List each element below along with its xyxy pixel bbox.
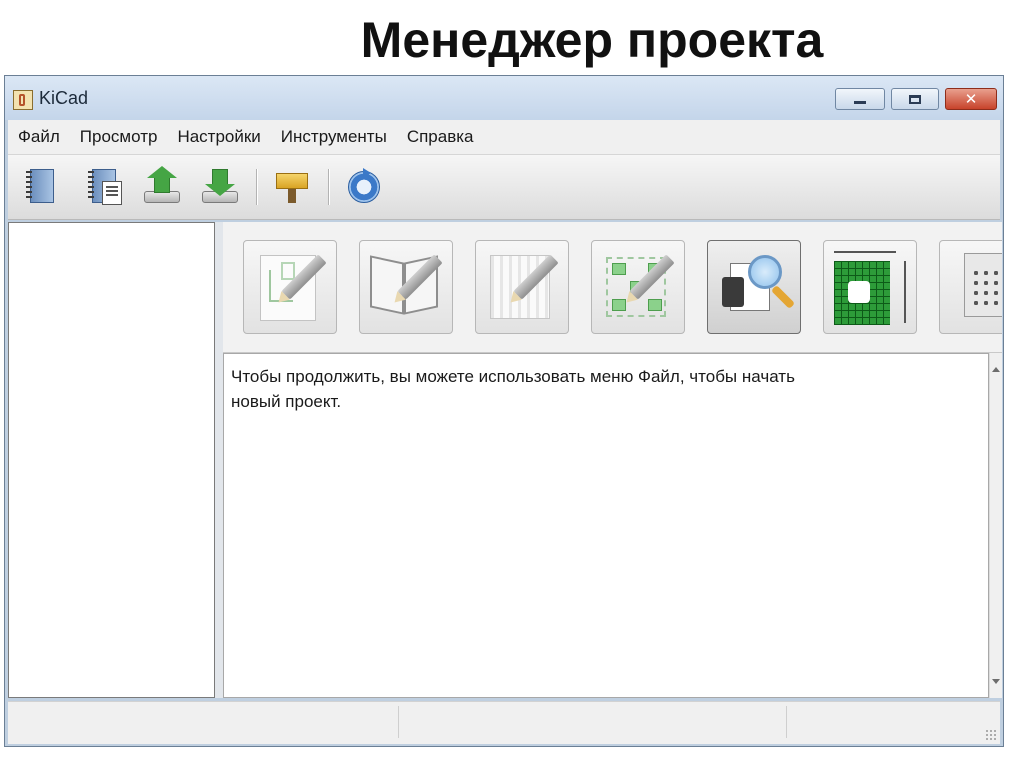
menu-bar: Файл Просмотр Настройки Инструменты Справка <box>8 120 1000 155</box>
message-text: Чтобы продолжить, вы можете использовать… <box>231 367 795 411</box>
calculator-icon <box>964 253 1002 317</box>
menu-view[interactable]: Просмотр <box>70 120 168 154</box>
calculator-button[interactable] <box>939 240 1002 334</box>
panel-splitter[interactable] <box>215 222 223 698</box>
scroll-up-icon[interactable] <box>992 367 1000 372</box>
slide-title: Менеджер проекта <box>360 12 824 68</box>
new-project-template-button[interactable] <box>84 167 124 207</box>
kicad-app-icon[interactable] <box>13 90 33 110</box>
status-cell <box>8 706 399 738</box>
archive-brush-icon <box>276 173 308 189</box>
open-project-button[interactable] <box>142 166 182 207</box>
archive-project-button[interactable] <box>272 167 312 207</box>
schematic-editor-button[interactable] <box>243 240 337 334</box>
message-scrollbar[interactable] <box>989 353 1002 698</box>
gerber-viewer-button[interactable] <box>707 240 801 334</box>
minimize-icon <box>854 100 866 104</box>
toolbar-separator <box>256 169 258 205</box>
launcher-panel <box>223 222 1002 353</box>
pcb-editor-button[interactable] <box>475 240 569 334</box>
window-title: KiCad <box>39 88 89 108</box>
refresh-button[interactable] <box>344 167 384 207</box>
new-project-icon <box>30 169 54 203</box>
status-cell <box>398 706 787 738</box>
library-editor-button[interactable] <box>359 240 453 334</box>
resize-grip-icon[interactable] <box>985 729 997 741</box>
save-project-button[interactable] <box>200 167 240 207</box>
status-bar <box>8 701 1000 744</box>
maximize-button[interactable] <box>891 88 939 110</box>
status-cell <box>786 706 986 738</box>
toolbar-separator <box>328 169 330 205</box>
maximize-icon <box>909 94 921 104</box>
scroll-down-icon[interactable] <box>992 679 1000 684</box>
refresh-icon <box>348 168 380 203</box>
new-project-button[interactable] <box>22 167 62 207</box>
footprint-editor-button[interactable] <box>591 240 685 334</box>
project-tree[interactable] <box>8 222 215 698</box>
title-bar[interactable]: KiCad ✕ <box>5 76 1003 120</box>
kicad-window: KiCad ✕ Файл Просмотр Настройки Инструменты… <box>4 75 1004 747</box>
main-toolbar <box>8 155 1000 220</box>
bitmap-converter-button[interactable] <box>823 240 917 334</box>
close-button[interactable]: ✕ <box>945 88 997 110</box>
menu-help[interactable]: Справка <box>397 120 484 154</box>
minimize-button[interactable] <box>835 88 885 110</box>
menu-tools[interactable]: Инструменты <box>271 120 397 154</box>
menu-file[interactable]: Файл <box>8 120 70 154</box>
close-icon: ✕ <box>964 89 978 108</box>
menu-preferences[interactable]: Настройки <box>167 120 270 154</box>
message-panel[interactable]: Чтобы продолжить, вы можете использовать… <box>223 353 989 698</box>
